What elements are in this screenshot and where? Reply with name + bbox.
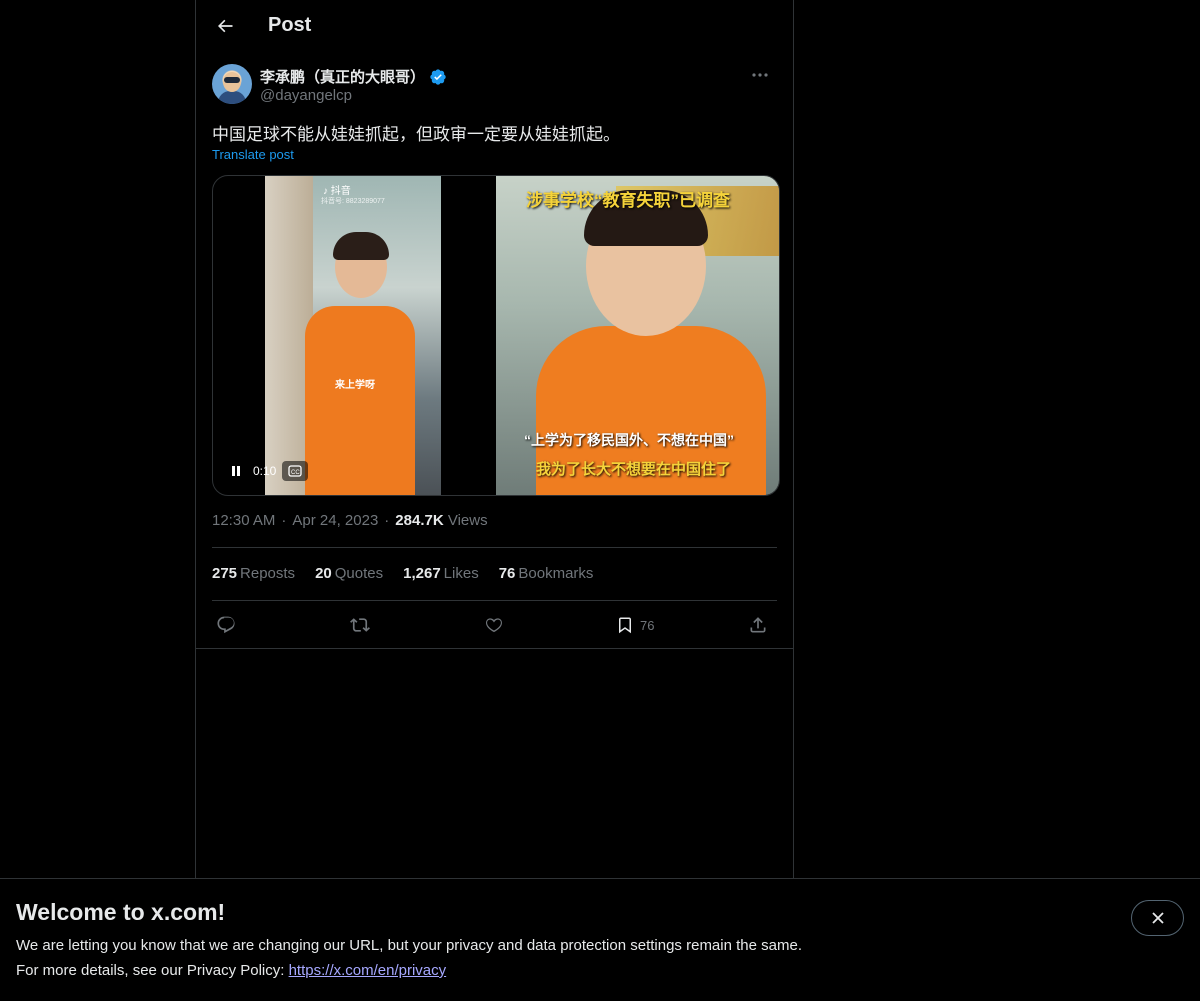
page-header: Post <box>196 0 793 53</box>
author-handle[interactable]: @dayangelcp <box>260 87 352 104</box>
close-banner-button[interactable] <box>1131 900 1184 936</box>
divider <box>196 648 793 649</box>
reply-button[interactable] <box>216 612 236 638</box>
translate-post-link[interactable]: Translate post <box>212 147 294 162</box>
bookmarks-stat: 76 Bookmarks <box>498 565 594 582</box>
post-text: 中国足球不能从娃娃抓起，但政审一定要从娃娃抓起。 <box>212 125 620 144</box>
share-icon <box>750 617 766 633</box>
banner-policy-line: For more details, see our Privacy Policy… <box>16 962 447 979</box>
avatar[interactable] <box>212 64 252 104</box>
repost-button[interactable] <box>349 612 371 638</box>
post-date[interactable]: Apr 24, 2023 <box>292 512 378 529</box>
video-controls: 0:10 CC <box>225 460 309 482</box>
banner-title: Welcome to x.com! <box>16 899 226 925</box>
page-title: Post <box>268 14 312 36</box>
video-overlay-title: 涉事学校“教育失职”已调查 <box>526 191 730 210</box>
post-actions: 76 <box>212 612 777 638</box>
banner-message: We are letting you know that we are chan… <box>16 937 802 954</box>
reposts-stat[interactable]: 275 Reposts <box>212 565 295 582</box>
post-author: 李承鹏（真正的大眼哥） @dayangelcp <box>212 64 777 108</box>
quotes-stat[interactable]: 20 Quotes <box>315 565 383 582</box>
close-icon <box>1151 912 1164 924</box>
video-right-frame: 涉事学校“教育失职”已调查 “上学为了移民国外、不想在中国” 我为了长大不想要在… <box>496 176 779 495</box>
bookmark-count: 76 <box>640 617 655 633</box>
video-left-frame: 来上学呀 ♪ 抖音 抖音号: 8823289077 <box>265 176 441 495</box>
post-time[interactable]: 12:30 AM <box>212 512 275 529</box>
heart-icon <box>485 618 502 633</box>
captions-button[interactable]: CC <box>282 461 309 481</box>
video-caption-line2: 我为了长大不想要在中国住了 <box>536 461 732 478</box>
author-display-name[interactable]: 李承鹏（真正的大眼哥） <box>260 66 425 87</box>
captions-icon: CC <box>288 465 303 477</box>
post-stats: 275 Reposts 20 Quotes 1,267 Likes 76 Bookmar… <box>212 565 593 582</box>
shirt-text: 来上学呀 <box>335 380 375 391</box>
tiktok-logo: ♪ 抖音 <box>323 186 351 197</box>
tiktok-id: 抖音号: 8823289077 <box>321 198 385 205</box>
share-button[interactable] <box>748 612 768 638</box>
like-button[interactable] <box>484 612 504 638</box>
post-meta: 12:30 AM · Apr 24, 2023 · 284.7K Views <box>212 512 488 529</box>
more-options-button[interactable] <box>743 64 777 86</box>
privacy-policy-link[interactable]: https://x.com/en/privacy <box>289 962 447 979</box>
child-figure: 来上学呀 <box>305 232 415 495</box>
video-player[interactable]: 来上学呀 ♪ 抖音 抖音号: 8823289077 涉事学校“教育失职”已调查 … <box>212 175 780 496</box>
bookmark-button[interactable]: 76 <box>616 612 654 638</box>
views-label: Views <box>447 512 488 529</box>
divider <box>212 547 777 548</box>
pause-icon <box>232 466 240 476</box>
url-change-banner: Welcome to x.com! We are letting you kno… <box>0 878 1200 1001</box>
video-time: 0:10 <box>253 464 277 478</box>
video-caption-line1: “上学为了移民国外、不想在中国” <box>524 432 734 448</box>
more-dots-icon <box>752 73 768 77</box>
divider <box>212 600 777 601</box>
name-row: 李承鹏（真正的大眼哥） <box>260 66 447 87</box>
arrow-left-icon <box>218 19 233 33</box>
bookmark-icon <box>619 617 631 634</box>
verified-badge-icon[interactable] <box>429 68 447 86</box>
svg-text:CC: CC <box>291 470 300 476</box>
back-button[interactable] <box>208 9 242 43</box>
child-figure-closeup <box>536 190 766 495</box>
main-column: Post 李承鹏（真正的大眼哥） @dayangelcp 中国足球不能从娃娃抓起… <box>195 0 794 1000</box>
pause-button[interactable] <box>225 460 247 482</box>
reply-icon <box>217 616 235 634</box>
repost-icon <box>350 618 370 632</box>
likes-stat[interactable]: 1,267 Likes <box>403 565 479 582</box>
views-count: 284.7K <box>395 512 444 529</box>
